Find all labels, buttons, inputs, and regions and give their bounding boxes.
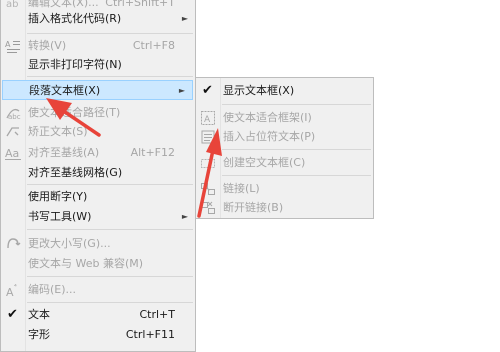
submenu-arrow-icon: ► [181, 212, 188, 221]
menu-item-label: 字形 [28, 328, 50, 341]
align-to-baseline-icon: Aa [5, 145, 21, 161]
menu-separator [27, 229, 193, 230]
convert-text-icon: A [5, 38, 21, 54]
menu-item-convert[interactable]: A 转换(V) Ctrl+F8 [1, 36, 195, 56]
menu-item-label: 插入占位符文本(P) [223, 130, 316, 143]
menu-separator [27, 276, 193, 277]
submenu-item-fit-text-to-frame[interactable]: A 使文本适合框架(I) [196, 108, 373, 128]
svg-text:A: A [5, 40, 11, 49]
svg-text:A: A [204, 115, 211, 125]
encoding-icon: A⁴ [5, 282, 21, 298]
svg-text:Aa: Aa [5, 147, 19, 160]
paragraph-text-frame-submenu: ✔ 显示文本框(X) A 使文本适合框架(I) 插入占位符文本(P) 创建空文本… [196, 77, 374, 219]
menu-item-label: 对齐至基线网格(G) [28, 166, 123, 179]
menu-separator [27, 184, 193, 185]
menu-item-label: 使文本与 Web 兼容(M) [28, 257, 144, 270]
menu-item-label: 显示非打印字符(N) [28, 58, 122, 71]
check-icon: ✔ [202, 83, 213, 98]
change-case-icon [5, 236, 21, 252]
menu-item-paragraph-text-frame[interactable]: 段落文本框(X) ► [2, 80, 193, 100]
menu-separator [222, 149, 371, 150]
submenu-item-break-link[interactable]: 断开链接(B) [196, 198, 373, 218]
menu-item-text[interactable]: ✔ 文本 Ctrl+T [1, 305, 195, 325]
menu-item-label: 显示文本框(X) [223, 84, 295, 97]
text-context-menu: ab 编辑文本(X)... Ctrl+Shift+T 插入格式化代码(R) ► … [0, 0, 196, 352]
fit-text-to-path-icon: abc [5, 105, 21, 121]
menu-item-encoding[interactable]: A⁴ 编码(E)... [1, 280, 195, 300]
menu-item-label: 使用断字(Y) [28, 190, 88, 203]
menu-item-label: 断开链接(B) [223, 201, 284, 214]
check-icon: ✔ [7, 307, 18, 322]
menu-separator [27, 302, 193, 303]
menu-separator [222, 104, 371, 105]
submenu-item-insert-placeholder-text[interactable]: 插入占位符文本(P) [196, 127, 373, 147]
menu-item-writing-tools[interactable]: 书写工具(W) ► [1, 207, 195, 227]
empty-text-frame-icon [200, 155, 216, 171]
menu-item-label: 段落文本框(X) [29, 84, 101, 97]
menu-item-label: 文本 [28, 308, 50, 321]
menu-item-label: 书写工具(W) [28, 210, 92, 223]
svg-text:⁴: ⁴ [14, 283, 17, 291]
menu-item-use-hyphenation[interactable]: 使用断字(Y) [1, 187, 195, 207]
menu-item-glyphs[interactable]: 字形 Ctrl+F11 [1, 325, 195, 345]
menu-item-change-case[interactable]: 更改大小写(G)... [1, 234, 195, 254]
submenu-item-create-empty-text-frame[interactable]: 创建空文本框(C) [196, 153, 373, 173]
menu-item-label: 编码(E)... [28, 283, 77, 296]
submenu-arrow-icon: ► [178, 86, 185, 95]
menu-item-fit-text-to-path[interactable]: abc 使文本适合路径(T) [1, 103, 195, 123]
menu-item-shortcut: Ctrl+F11 [125, 328, 175, 341]
submenu-item-link[interactable]: 链接(L) [196, 179, 373, 199]
straighten-text-icon [5, 124, 21, 140]
menu-item-straighten-text[interactable]: 矫正文本(S) [1, 122, 195, 142]
menu-item-label: 链接(L) [223, 182, 260, 195]
menu-item-shortcut: Ctrl+T [139, 308, 175, 321]
menu-item-label: 使文本适合路径(T) [28, 106, 121, 119]
menu-item-label: 矫正文本(S) [28, 125, 88, 138]
menu-separator [222, 175, 371, 176]
menu-item-label: 使文本适合框架(I) [223, 111, 312, 124]
menu-item-label: 创建空文本框(C) [223, 156, 306, 169]
menu-item-align-to-baseline[interactable]: Aa 对齐至基线(A) Alt+F12 [1, 143, 195, 163]
menu-item-shortcut: Ctrl+F8 [132, 39, 175, 52]
menu-item-label: 更改大小写(G)... [28, 237, 111, 250]
menu-item-label: 对齐至基线(A) [28, 146, 100, 159]
link-icon [200, 181, 216, 197]
menu-item-label: 转换(V) [28, 39, 67, 52]
menu-item-align-to-baseline-grid[interactable]: 对齐至基线网格(G) [1, 163, 195, 183]
menu-item-show-nonprinting-chars[interactable]: 显示非打印字符(N) [1, 55, 195, 75]
break-link-icon [200, 200, 216, 216]
menu-item-insert-formatting-code[interactable]: 插入格式化代码(R) ► [1, 9, 195, 29]
menu-item-shortcut: Alt+F12 [130, 146, 175, 159]
fit-text-to-frame-icon: A [200, 110, 216, 126]
menu-item-label: 插入格式化代码(R) [28, 12, 122, 25]
svg-text:abc: abc [8, 113, 21, 121]
submenu-arrow-icon: ► [181, 14, 188, 23]
menu-separator [27, 76, 193, 77]
placeholder-text-icon [200, 129, 216, 145]
svg-text:A: A [6, 286, 14, 298]
menu-separator [27, 33, 193, 34]
menu-item-make-text-web-compatible[interactable]: 使文本与 Web 兼容(M) [1, 254, 195, 274]
submenu-item-show-text-frame[interactable]: ✔ 显示文本框(X) [196, 81, 373, 101]
